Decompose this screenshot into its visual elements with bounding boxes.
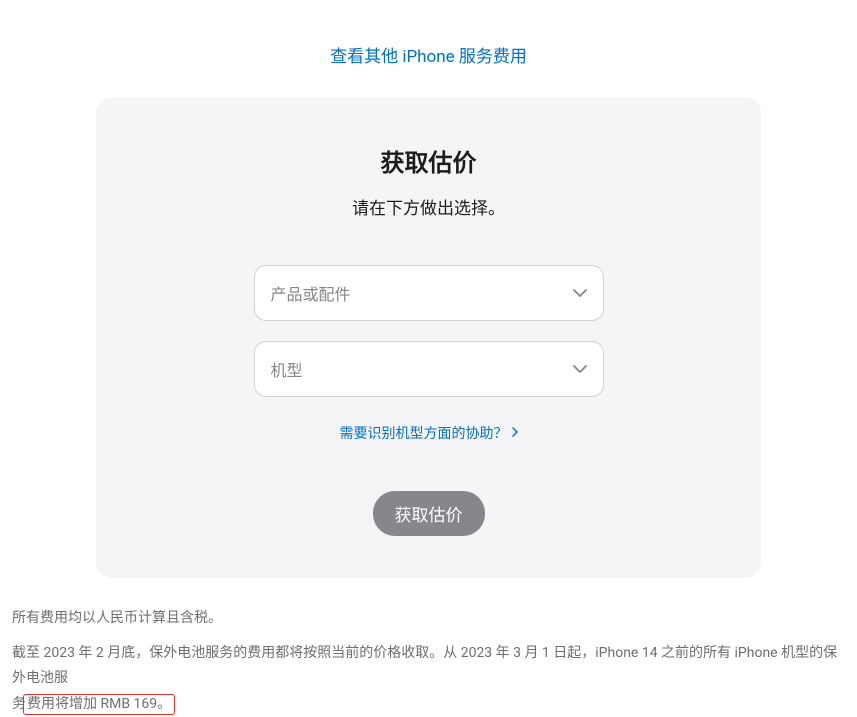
footer-line-2-part1: 截至 2023 年 2 月底，保外电池服务的费用都将按照当前的价格收取。从 20… — [12, 645, 837, 686]
model-select[interactable]: 机型 — [254, 341, 604, 397]
footer-notes: 所有费用均以人民币计算且含税。 截至 2023 年 2 月底，保外电池服务的费用… — [10, 606, 847, 717]
product-select[interactable]: 产品或配件 — [254, 265, 604, 321]
footer-line-2: 截至 2023 年 2 月底，保外电池服务的费用都将按照当前的价格收取。从 20… — [12, 641, 845, 717]
view-other-services-link[interactable]: 查看其他 iPhone 服务费用 — [10, 0, 847, 97]
chevron-right-icon — [512, 426, 518, 440]
identify-model-help-link[interactable]: 需要识别机型方面的协助？ — [340, 423, 518, 443]
get-estimate-button[interactable]: 获取估价 — [373, 491, 485, 536]
chevron-down-icon — [573, 289, 587, 297]
price-increase-highlight: 费用将增加 RMB 169。 — [23, 694, 175, 715]
help-link-text: 需要识别机型方面的协助？ — [340, 423, 508, 443]
model-select-wrap: 机型 — [254, 341, 604, 397]
product-select-wrap: 产品或配件 — [254, 265, 604, 321]
model-select-placeholder: 机型 — [271, 357, 303, 381]
chevron-down-icon — [573, 365, 587, 373]
card-title: 获取估价 — [136, 143, 721, 178]
estimate-card: 获取估价 请在下方做出选择。 产品或配件 机型 需要识别机型方面的协助？ — [96, 97, 761, 578]
footer-line-1: 所有费用均以人民币计算且含税。 — [12, 606, 845, 631]
product-select-placeholder: 产品或配件 — [271, 281, 351, 305]
card-subtitle: 请在下方做出选择。 — [136, 194, 721, 219]
